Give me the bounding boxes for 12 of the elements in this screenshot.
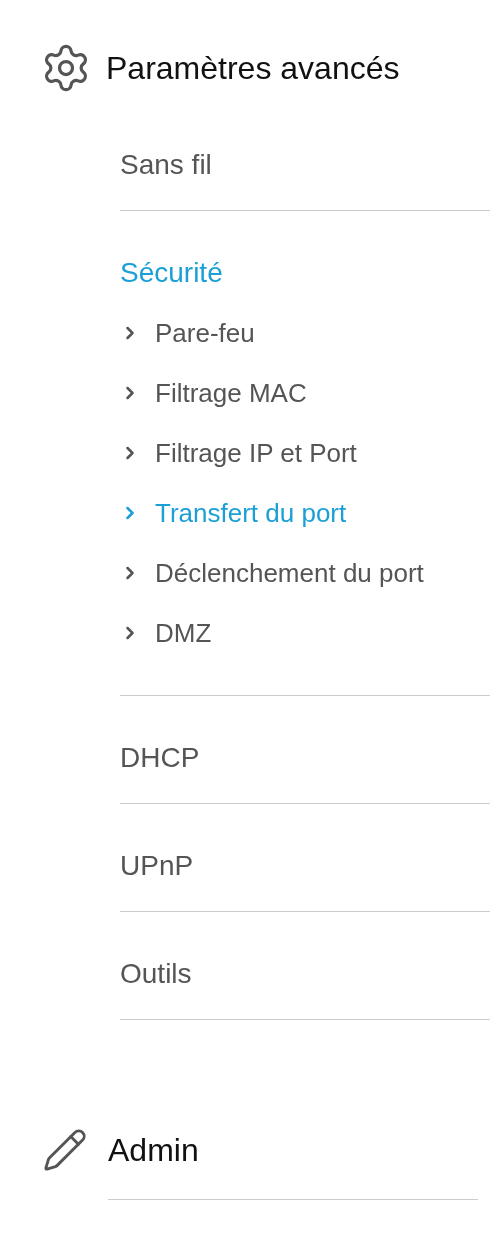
pencil-icon xyxy=(42,1127,88,1173)
submenu-item[interactable]: DMZ xyxy=(120,603,212,663)
menu-item[interactable]: Sans fil xyxy=(120,147,212,183)
submenu-item[interactable]: Déclenchement du port xyxy=(120,543,424,603)
section-title[interactable]: Paramètres avancés xyxy=(106,48,400,88)
menu-item[interactable]: DHCP xyxy=(120,740,200,776)
menu-item[interactable]: UPnP xyxy=(120,848,194,884)
submenu-item[interactable]: Filtrage IP et Port xyxy=(120,423,357,483)
submenu-item[interactable]: Pare-feu xyxy=(120,303,255,363)
menu-item[interactable]: Outils xyxy=(120,956,192,992)
submenu-item[interactable]: Filtrage MAC xyxy=(120,363,307,423)
section-title[interactable]: Admin xyxy=(108,1130,199,1170)
